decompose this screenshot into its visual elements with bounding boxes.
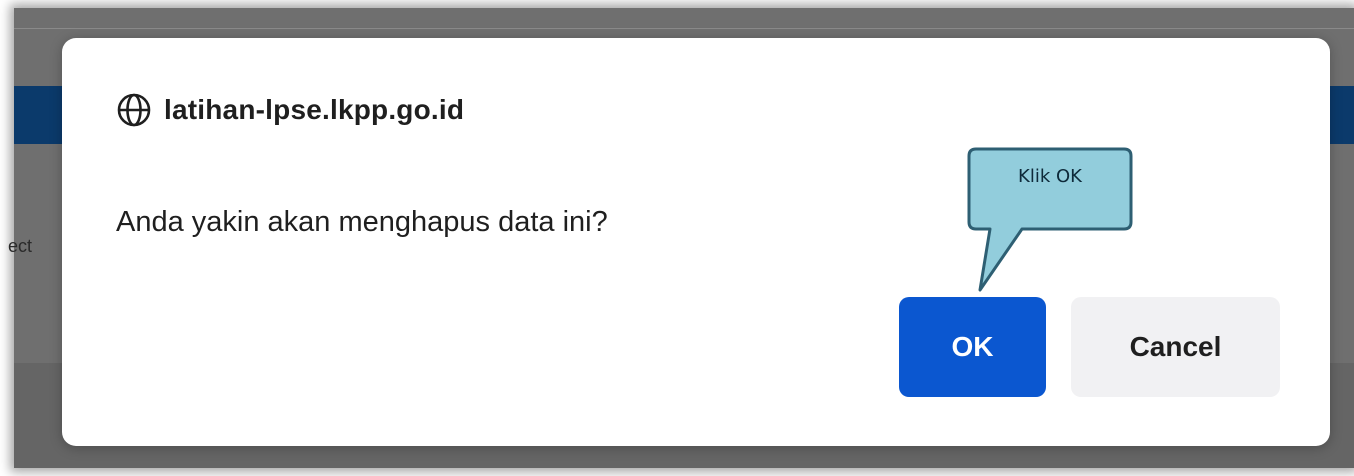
dialog-origin-domain: latihan-lpse.lkpp.go.id (164, 94, 465, 125)
background-partial-text: ect (8, 236, 33, 256)
confirm-dialog: latihan-lpse.lkpp.go.id Anda yakin akan … (62, 38, 1330, 446)
dialog-message: Anda yakin akan menghapus data ini? (116, 206, 608, 238)
background-divider (14, 28, 1354, 29)
ok-button[interactable]: OK (899, 297, 1046, 397)
instruction-callout: Klik OK (966, 146, 1134, 296)
callout-text: Klik OK (1018, 166, 1082, 187)
cancel-button[interactable]: Cancel (1071, 297, 1280, 397)
globe-icon (117, 93, 151, 127)
dialog-origin: latihan-lpse.lkpp.go.id (116, 92, 464, 128)
screen: ect latihan-lpse.lkpp.go.id Anda yakin a… (0, 0, 1354, 476)
